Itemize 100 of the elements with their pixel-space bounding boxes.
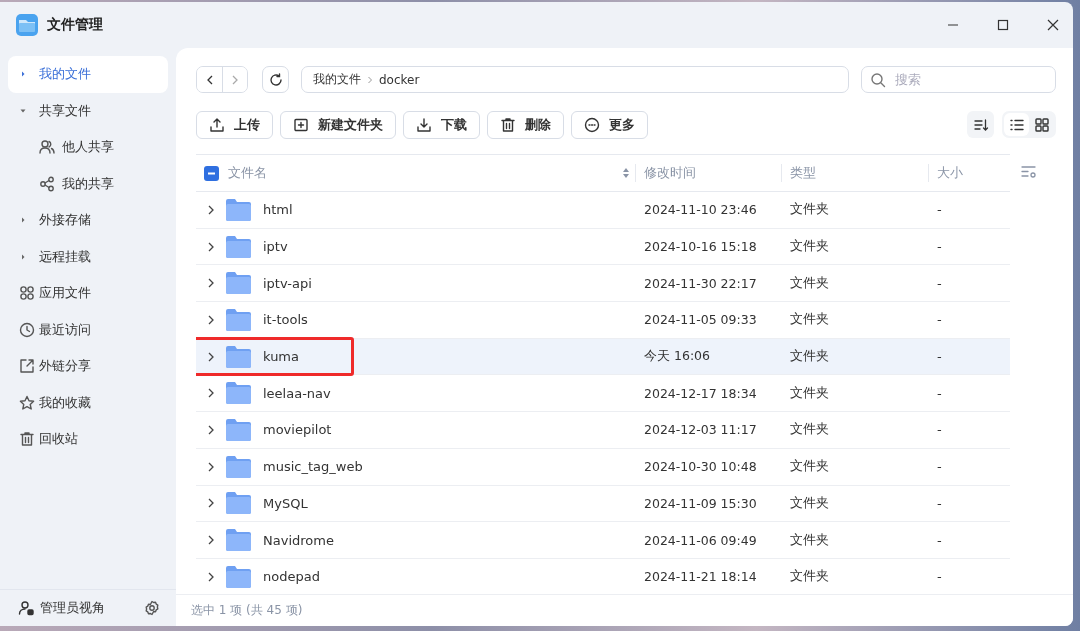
chevron-right-icon[interactable]	[207, 571, 215, 582]
toolbar-button[interactable]: 删除	[487, 110, 564, 139]
toolbar-button[interactable]: 新建文件夹	[280, 110, 396, 139]
column-settings-button[interactable]	[1021, 165, 1037, 181]
folder-icon	[226, 272, 251, 295]
select-all-checkbox[interactable]	[204, 165, 219, 181]
sidebar-item[interactable]: 他人共享	[8, 129, 168, 166]
chevron-right-icon[interactable]	[207, 424, 215, 435]
external-share-icon	[19, 358, 35, 375]
file-row[interactable]: iptv-api 2024-11-30 22:17 文件夹 -	[196, 265, 1010, 303]
file-size: -	[937, 385, 942, 401]
breadcrumb-item[interactable]: docker	[379, 72, 420, 87]
sidebar-item[interactable]: 我的共享	[8, 165, 168, 202]
upload-icon	[209, 116, 225, 133]
folder-icon	[226, 235, 251, 258]
file-row[interactable]: kuma 今天 16:06 文件夹 -	[196, 338, 1010, 376]
modified-time: 2024-10-16 15:18	[644, 239, 757, 255]
file-row[interactable]: Navidrome 2024-11-06 09:49 文件夹 -	[196, 522, 1010, 559]
file-name: html	[263, 202, 293, 218]
admin-user-icon	[18, 600, 34, 616]
file-name: MySQL	[263, 495, 308, 511]
maximize-icon	[997, 19, 1009, 31]
share-icon	[39, 175, 55, 192]
folder-icon	[226, 308, 251, 331]
chevron-right-icon[interactable]	[207, 204, 215, 215]
sidebar-item[interactable]: 回收站	[8, 421, 168, 458]
gear-icon	[144, 600, 160, 616]
file-type: 文件夹	[790, 201, 829, 219]
toolbar-button[interactable]: 上传	[196, 110, 273, 139]
file-name: leelaa-nav	[263, 385, 331, 401]
sidebar-item[interactable]: 外接存储	[8, 202, 168, 239]
caret-right-icon[interactable]	[19, 70, 27, 79]
toolbar-button[interactable]: 更多	[571, 110, 648, 139]
folder-icon	[226, 198, 251, 221]
modified-time: 2024-11-10 23:46	[644, 202, 757, 218]
file-row[interactable]: nodepad 2024-11-21 18:14 文件夹 -	[196, 558, 1010, 594]
caret-right-icon[interactable]	[19, 216, 27, 225]
file-row[interactable]: iptv 2024-10-16 15:18 文件夹 -	[196, 228, 1010, 266]
chevron-right-icon	[231, 74, 239, 85]
file-type: 文件夹	[790, 311, 829, 329]
folder-icon	[226, 455, 251, 478]
modified-time: 2024-11-09 15:30	[644, 495, 757, 511]
sidebar-item[interactable]: 最近访问	[8, 311, 168, 348]
file-size: -	[937, 202, 942, 218]
file-type: 文件夹	[790, 568, 829, 586]
folder-icon	[226, 565, 251, 588]
trash-icon	[500, 116, 516, 133]
file-row[interactable]: MySQL 2024-11-09 15:30 文件夹 -	[196, 485, 1010, 523]
close-icon	[1047, 19, 1059, 31]
file-size: -	[937, 349, 942, 365]
toolbar-button[interactable]: 下载	[403, 110, 480, 139]
window-title: 文件管理	[47, 16, 103, 34]
breadcrumb-item[interactable]: 我的文件	[313, 71, 361, 88]
list-view-button[interactable]	[1004, 113, 1029, 136]
chevron-right-icon[interactable]	[207, 278, 215, 289]
file-row[interactable]: leelaa-nav 2024-12-17 18:34 文件夹 -	[196, 375, 1010, 413]
search-field[interactable]: 搜索	[861, 66, 1056, 93]
folder-icon	[226, 418, 251, 441]
file-size: -	[937, 239, 942, 255]
clock-icon	[19, 321, 35, 338]
sort-icon	[622, 167, 630, 179]
caret-right-icon[interactable]	[19, 252, 27, 261]
sidebar-item[interactable]: 远程挂载	[8, 238, 168, 275]
chevron-right-icon[interactable]	[207, 351, 215, 362]
file-row[interactable]: moviepilot 2024-12-03 11:17 文件夹 -	[196, 412, 1010, 449]
chevron-right-icon[interactable]	[207, 461, 215, 472]
sidebar-item[interactable]: 我的文件	[8, 56, 168, 93]
file-row[interactable]: it-tools 2024-11-05 09:33 文件夹 -	[196, 302, 1010, 339]
chevron-right-icon[interactable]	[207, 498, 215, 509]
file-size: -	[937, 495, 942, 511]
file-size: -	[937, 275, 942, 291]
folder-icon	[226, 345, 251, 368]
modified-time: 2024-11-30 22:17	[644, 275, 757, 291]
file-name: Navidrome	[263, 532, 334, 548]
sort-button[interactable]	[967, 111, 994, 138]
chevron-right-icon	[367, 75, 373, 84]
chevron-right-icon[interactable]	[207, 314, 215, 325]
settings-button[interactable]	[144, 600, 160, 616]
modified-time: 2024-11-05 09:33	[644, 312, 757, 328]
modified-time: 2024-12-03 11:17	[644, 422, 757, 438]
sidebar-item[interactable]: 我的收藏	[8, 384, 168, 421]
file-row[interactable]: html 2024-11-10 23:46 文件夹 -	[196, 192, 1010, 229]
chevron-right-icon[interactable]	[207, 241, 215, 252]
file-type: 文件夹	[790, 494, 829, 512]
modified-time: 2024-11-06 09:49	[644, 532, 757, 548]
sidebar-item[interactable]: 共享文件	[8, 92, 168, 129]
file-type: 文件夹	[790, 384, 829, 402]
breadcrumb-bar[interactable]: 我的文件 docker	[301, 66, 849, 93]
chevron-right-icon[interactable]	[207, 388, 215, 399]
sidebar-item[interactable]: 应用文件	[8, 275, 168, 312]
file-name: iptv-api	[263, 275, 312, 291]
file-size: -	[937, 459, 942, 475]
file-name: music_tag_web	[263, 459, 363, 475]
sort-icon	[972, 116, 989, 133]
sidebar-item[interactable]: 外链分享	[8, 348, 168, 385]
modified-time: 2024-12-17 18:34	[644, 385, 757, 401]
file-type: 文件夹	[790, 348, 829, 366]
chevron-right-icon[interactable]	[207, 535, 215, 546]
refresh-button[interactable]	[262, 66, 289, 93]
file-row[interactable]: music_tag_web 2024-10-30 10:48 文件夹 -	[196, 448, 1010, 486]
